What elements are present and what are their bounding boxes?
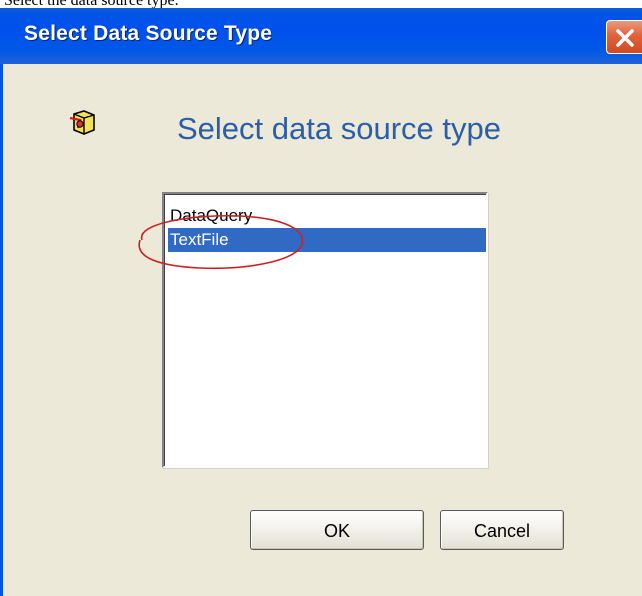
dialog-heading: Select data source type xyxy=(177,111,501,146)
data-source-listbox[interactable]: DataQuery TextFile xyxy=(162,192,488,468)
window-frame-left xyxy=(0,64,3,596)
cancel-button[interactable]: Cancel xyxy=(440,510,564,550)
list-item-dataquery[interactable]: DataQuery xyxy=(168,204,486,228)
window-title: Select Data Source Type xyxy=(24,22,273,45)
data-source-icon xyxy=(69,110,95,135)
dialog-window: Select Data Source Type Select data sour… xyxy=(0,8,642,596)
title-bar[interactable]: Select Data Source Type xyxy=(0,8,642,64)
close-button[interactable] xyxy=(606,20,642,54)
page-text-fragment: Select the data source type. xyxy=(0,0,324,8)
ok-button[interactable]: OK xyxy=(250,510,424,550)
list-item-textfile[interactable]: TextFile xyxy=(168,228,486,252)
close-icon xyxy=(616,29,634,47)
